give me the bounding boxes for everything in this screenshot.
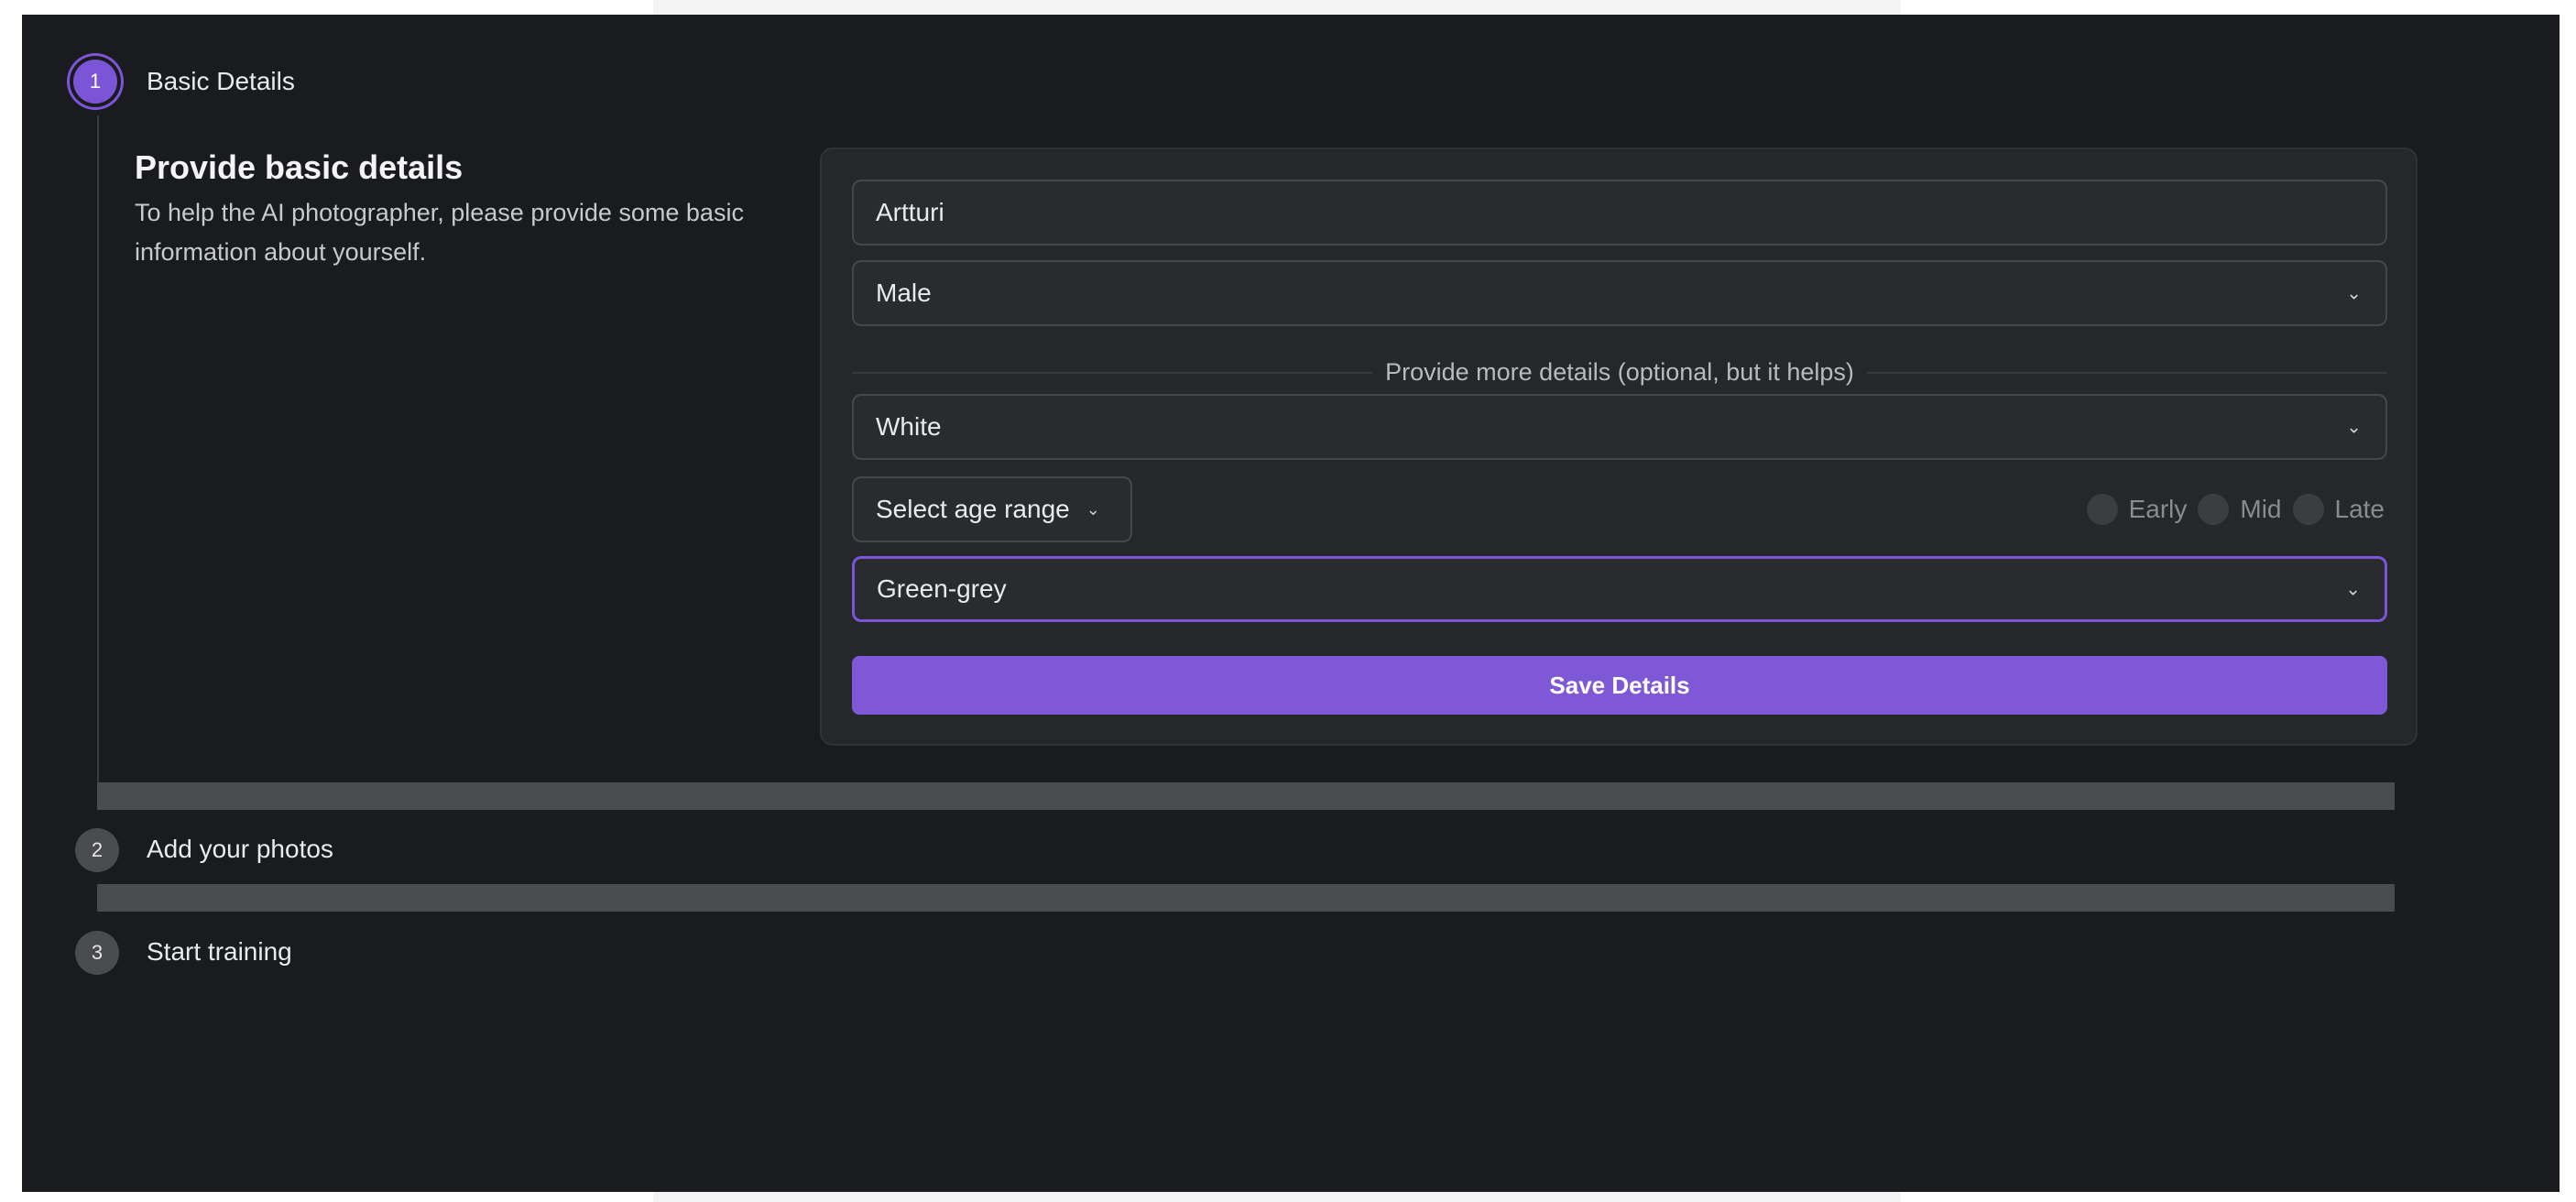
step-1-label[interactable]: Basic Details: [147, 66, 295, 97]
optional-details-divider: Provide more details (optional, but it h…: [852, 358, 2387, 386]
chevron-down-icon: ⌄: [2345, 579, 2361, 600]
step-progress-bar: [97, 782, 2395, 810]
chevron-down-icon: ⌄: [1086, 499, 1100, 519]
age-stage-early-label: Early: [2128, 495, 2188, 523]
gender-select[interactable]: Male ⌄: [852, 260, 2387, 326]
age-stage-mid[interactable]: Mid: [2198, 494, 2282, 525]
ethnicity-select-value: White: [876, 412, 942, 441]
step-progress-bar: [97, 884, 2395, 912]
onboarding-app: 1 Basic Details Provide basic details To…: [22, 15, 2560, 1192]
name-input[interactable]: Artturi: [852, 180, 2387, 246]
age-range-label: Select age range: [876, 495, 1070, 523]
step-3-badge[interactable]: 3: [75, 931, 119, 975]
radio-circle-icon: [2292, 494, 2324, 525]
chevron-down-icon: ⌄: [2346, 283, 2362, 304]
age-stage-early[interactable]: Early: [2086, 494, 2188, 525]
save-details-button[interactable]: Save Details: [852, 656, 2387, 715]
step-1-number: 1: [89, 70, 102, 93]
ethnicity-select[interactable]: White ⌄: [852, 394, 2387, 460]
age-range-select[interactable]: Select age range ⌄: [852, 476, 1132, 542]
eye-color-select-value: Green-grey: [877, 574, 1007, 603]
radio-circle-icon: [2198, 494, 2230, 525]
chevron-down-icon: ⌄: [2346, 417, 2362, 438]
step-2-label[interactable]: Add your photos: [147, 834, 333, 865]
age-stage-radio-group: Early Mid Late: [2086, 493, 2385, 526]
section-description: To help the AI photographer, please prov…: [135, 199, 744, 266]
step-2-badge[interactable]: 2: [75, 828, 119, 872]
eye-color-select[interactable]: Green-grey ⌄: [852, 556, 2387, 622]
stepper-connector: [97, 115, 99, 793]
step-3-label[interactable]: Start training: [147, 936, 292, 967]
name-input-value: Artturi: [876, 198, 944, 226]
age-stage-mid-label: Mid: [2240, 495, 2282, 523]
gender-select-value: Male: [876, 279, 932, 307]
age-stage-late-label: Late: [2334, 495, 2385, 523]
radio-circle-icon: [2086, 494, 2118, 525]
step-3-number: 3: [91, 941, 104, 964]
divider-text: Provide more details (optional, but it h…: [1372, 358, 1867, 386]
step-2-number: 2: [91, 838, 104, 861]
step-1-badge[interactable]: 1: [73, 60, 117, 104]
age-stage-late[interactable]: Late: [2292, 494, 2385, 525]
basic-details-form: Artturi Male ⌄ Provide more details (opt…: [820, 148, 2418, 746]
section-title: Provide basic details: [135, 148, 464, 186]
